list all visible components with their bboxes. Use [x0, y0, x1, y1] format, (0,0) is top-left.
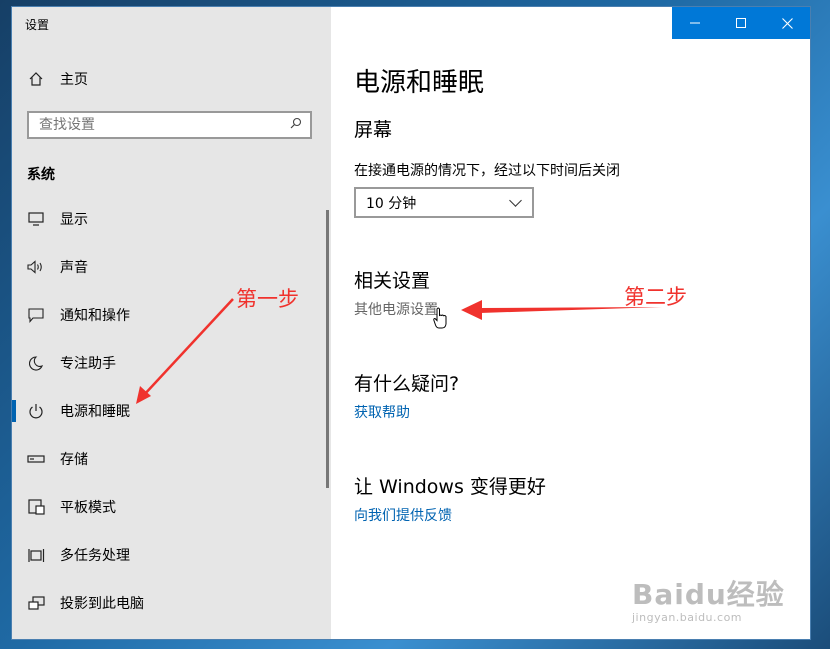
sidebar: 设置 主页 系统 显示 声 — [12, 7, 331, 639]
sidebar-item-label: 投影到此电脑 — [60, 596, 144, 612]
sidebar-item-label: 平板模式 — [60, 500, 116, 516]
sidebar-item-tablet-mode[interactable]: 平板模式 — [12, 483, 331, 531]
section-title-question: 有什么疑问? — [354, 373, 460, 395]
notification-icon — [26, 307, 46, 323]
maximize-icon — [736, 18, 746, 28]
nav-home[interactable]: 主页 — [12, 62, 331, 96]
link-get-help[interactable]: 获取帮助 — [354, 402, 410, 422]
sidebar-item-label: 显示 — [60, 212, 88, 228]
close-button[interactable] — [764, 7, 810, 39]
link-give-feedback[interactable]: 向我们提供反馈 — [354, 505, 452, 525]
close-icon — [781, 17, 793, 29]
project-icon — [26, 595, 46, 611]
annotation-step2: 第二步 — [624, 285, 687, 309]
sidebar-item-label: 电源和睡眠 — [60, 404, 130, 420]
screen-timeout-dropdown[interactable]: 10 分钟 — [354, 187, 534, 218]
window-controls — [672, 7, 810, 39]
sidebar-item-display[interactable]: 显示 — [12, 195, 331, 243]
nav-list: 显示 声音 通知和操作 专注助手 电源和睡眠 存储 平板模式 多任务处理 投影到… — [12, 195, 331, 627]
sidebar-item-storage[interactable]: 存储 — [12, 435, 331, 483]
search-icon[interactable] — [290, 117, 302, 133]
nav-home-label: 主页 — [60, 72, 88, 88]
search-box[interactable] — [27, 111, 312, 139]
sidebar-item-power-sleep[interactable]: 电源和睡眠 — [12, 387, 331, 435]
sidebar-item-label: 多任务处理 — [60, 548, 130, 564]
power-icon — [26, 403, 46, 419]
sidebar-item-label: 声音 — [60, 260, 88, 276]
annotation-step1: 第一步 — [236, 287, 299, 311]
minimize-icon — [690, 22, 700, 24]
sidebar-scrollbar[interactable] — [326, 210, 329, 488]
app-title: 设置 — [25, 18, 50, 32]
watermark: Baidu经验 jingyan.baidu.com — [632, 573, 785, 624]
search-input[interactable] — [39, 117, 269, 133]
sidebar-item-label: 存储 — [60, 452, 88, 468]
screen-description: 在接通电源的情况下，经过以下时间后关闭 — [354, 163, 620, 179]
home-icon — [26, 71, 46, 87]
watermark-main: Baidu经验 — [632, 578, 785, 611]
sidebar-item-multitasking[interactable]: 多任务处理 — [12, 531, 331, 579]
sidebar-item-label: 专注助手 — [60, 356, 116, 372]
group-title-system: 系统 — [27, 167, 55, 183]
settings-window: 设置 主页 系统 显示 声 — [12, 7, 810, 639]
dropdown-value: 10 分钟 — [366, 195, 417, 212]
maximize-button[interactable] — [718, 7, 764, 39]
sidebar-item-project-to-pc[interactable]: 投影到此电脑 — [12, 579, 331, 627]
section-title-related: 相关设置 — [354, 270, 431, 292]
speaker-icon — [26, 260, 46, 274]
section-title-screen: 屏幕 — [354, 119, 393, 141]
minimize-button[interactable] — [672, 7, 718, 39]
sidebar-item-label: 通知和操作 — [60, 308, 130, 324]
tablet-icon — [26, 499, 46, 515]
chevron-down-icon — [509, 194, 522, 207]
section-title-feedback: 让 Windows 变得更好 — [354, 476, 546, 498]
link-additional-power-settings[interactable]: 其他电源设置 — [354, 299, 438, 319]
monitor-icon — [26, 212, 46, 226]
main-content: 电源和睡眠 屏幕 在接通电源的情况下，经过以下时间后关闭 10 分钟 相关设置 … — [331, 7, 810, 639]
sidebar-item-focus-assist[interactable]: 专注助手 — [12, 339, 331, 387]
moon-icon — [26, 355, 46, 371]
multitask-icon — [26, 548, 46, 563]
storage-icon — [26, 454, 46, 464]
page-title: 电源和睡眠 — [354, 68, 485, 98]
